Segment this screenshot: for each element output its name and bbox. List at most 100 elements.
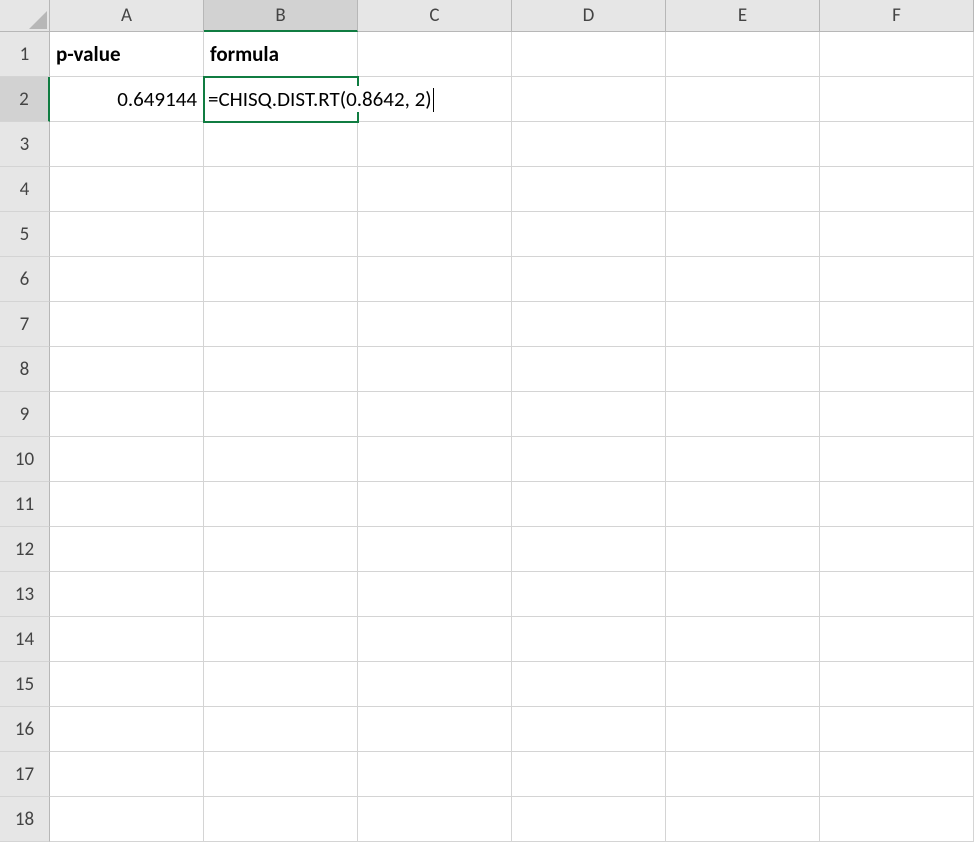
cell-A1[interactable]: p-value	[50, 32, 204, 77]
row-header-8[interactable]: 8	[0, 347, 50, 392]
cell-C16[interactable]	[358, 707, 512, 752]
cell-B9[interactable]	[204, 392, 358, 437]
cell-F15[interactable]	[820, 662, 974, 707]
row-header-2[interactable]: 2	[0, 77, 50, 122]
cell-D17[interactable]	[512, 752, 666, 797]
cell-B8[interactable]	[204, 347, 358, 392]
cell-E16[interactable]	[666, 707, 820, 752]
cell-E18[interactable]	[666, 797, 820, 842]
row-header-3[interactable]: 3	[0, 122, 50, 167]
cell-F13[interactable]	[820, 572, 974, 617]
cell-A16[interactable]	[50, 707, 204, 752]
column-header-D[interactable]: D	[512, 0, 666, 32]
cell-E3[interactable]	[666, 122, 820, 167]
cell-E10[interactable]	[666, 437, 820, 482]
row-header-9[interactable]: 9	[0, 392, 50, 437]
cell-D2[interactable]	[512, 77, 666, 122]
cell-D12[interactable]	[512, 527, 666, 572]
cell-D5[interactable]	[512, 212, 666, 257]
cell-C6[interactable]	[358, 257, 512, 302]
row-header-17[interactable]: 17	[0, 752, 50, 797]
cell-E5[interactable]	[666, 212, 820, 257]
row-header-13[interactable]: 13	[0, 572, 50, 617]
cell-A2[interactable]: 0.649144	[50, 77, 204, 122]
cell-C8[interactable]	[358, 347, 512, 392]
cell-C13[interactable]	[358, 572, 512, 617]
cell-C14[interactable]	[358, 617, 512, 662]
cell-A14[interactable]	[50, 617, 204, 662]
cell-E7[interactable]	[666, 302, 820, 347]
row-header-12[interactable]: 12	[0, 527, 50, 572]
row-header-4[interactable]: 4	[0, 167, 50, 212]
cell-A7[interactable]	[50, 302, 204, 347]
cell-D11[interactable]	[512, 482, 666, 527]
cell-A15[interactable]	[50, 662, 204, 707]
select-all-corner[interactable]	[0, 0, 50, 32]
cell-F10[interactable]	[820, 437, 974, 482]
cell-B4[interactable]	[204, 167, 358, 212]
cell-C4[interactable]	[358, 167, 512, 212]
cell-E8[interactable]	[666, 347, 820, 392]
cell-E14[interactable]	[666, 617, 820, 662]
cell-D10[interactable]	[512, 437, 666, 482]
cell-E15[interactable]	[666, 662, 820, 707]
cell-B15[interactable]	[204, 662, 358, 707]
cell-C10[interactable]	[358, 437, 512, 482]
cell-D7[interactable]	[512, 302, 666, 347]
cell-A4[interactable]	[50, 167, 204, 212]
cell-E4[interactable]	[666, 167, 820, 212]
column-header-C[interactable]: C	[358, 0, 512, 32]
cell-A12[interactable]	[50, 527, 204, 572]
cell-B14[interactable]	[204, 617, 358, 662]
cell-B17[interactable]	[204, 752, 358, 797]
cell-A9[interactable]	[50, 392, 204, 437]
cell-E6[interactable]	[666, 257, 820, 302]
cell-D18[interactable]	[512, 797, 666, 842]
cell-B10[interactable]	[204, 437, 358, 482]
cell-D16[interactable]	[512, 707, 666, 752]
column-header-B[interactable]: B	[204, 0, 358, 32]
cell-F18[interactable]	[820, 797, 974, 842]
cell-D14[interactable]	[512, 617, 666, 662]
cell-F12[interactable]	[820, 527, 974, 572]
row-header-6[interactable]: 6	[0, 257, 50, 302]
cell-B16[interactable]	[204, 707, 358, 752]
cell-F17[interactable]	[820, 752, 974, 797]
cell-F3[interactable]	[820, 122, 974, 167]
cell-E13[interactable]	[666, 572, 820, 617]
cell-A8[interactable]	[50, 347, 204, 392]
cell-C7[interactable]	[358, 302, 512, 347]
cell-F7[interactable]	[820, 302, 974, 347]
cell-A3[interactable]	[50, 122, 204, 167]
cell-F9[interactable]	[820, 392, 974, 437]
cell-C18[interactable]	[358, 797, 512, 842]
column-header-A[interactable]: A	[50, 0, 204, 32]
cell-E9[interactable]	[666, 392, 820, 437]
cell-B1[interactable]: formula	[204, 32, 358, 77]
cell-F16[interactable]	[820, 707, 974, 752]
cell-D9[interactable]	[512, 392, 666, 437]
cell-C17[interactable]	[358, 752, 512, 797]
cell-B3[interactable]	[204, 122, 358, 167]
cell-F14[interactable]	[820, 617, 974, 662]
cell-F5[interactable]	[820, 212, 974, 257]
cell-A11[interactable]	[50, 482, 204, 527]
cell-F6[interactable]	[820, 257, 974, 302]
cell-B2[interactable]: =CHISQ.DIST.RT(0.8642, 2)	[204, 77, 358, 122]
column-header-F[interactable]: F	[820, 0, 974, 32]
row-header-7[interactable]: 7	[0, 302, 50, 347]
cell-A5[interactable]	[50, 212, 204, 257]
cell-D4[interactable]	[512, 167, 666, 212]
cell-B13[interactable]	[204, 572, 358, 617]
cell-D13[interactable]	[512, 572, 666, 617]
cell-B7[interactable]	[204, 302, 358, 347]
cell-C5[interactable]	[358, 212, 512, 257]
cell-C15[interactable]	[358, 662, 512, 707]
cell-B12[interactable]	[204, 527, 358, 572]
cell-A10[interactable]	[50, 437, 204, 482]
cell-D6[interactable]	[512, 257, 666, 302]
cell-F4[interactable]	[820, 167, 974, 212]
spreadsheet-grid[interactable]: ABCDEF1p-valueformula20.649144=CHISQ.DIS…	[0, 0, 977, 842]
row-header-11[interactable]: 11	[0, 482, 50, 527]
row-header-10[interactable]: 10	[0, 437, 50, 482]
